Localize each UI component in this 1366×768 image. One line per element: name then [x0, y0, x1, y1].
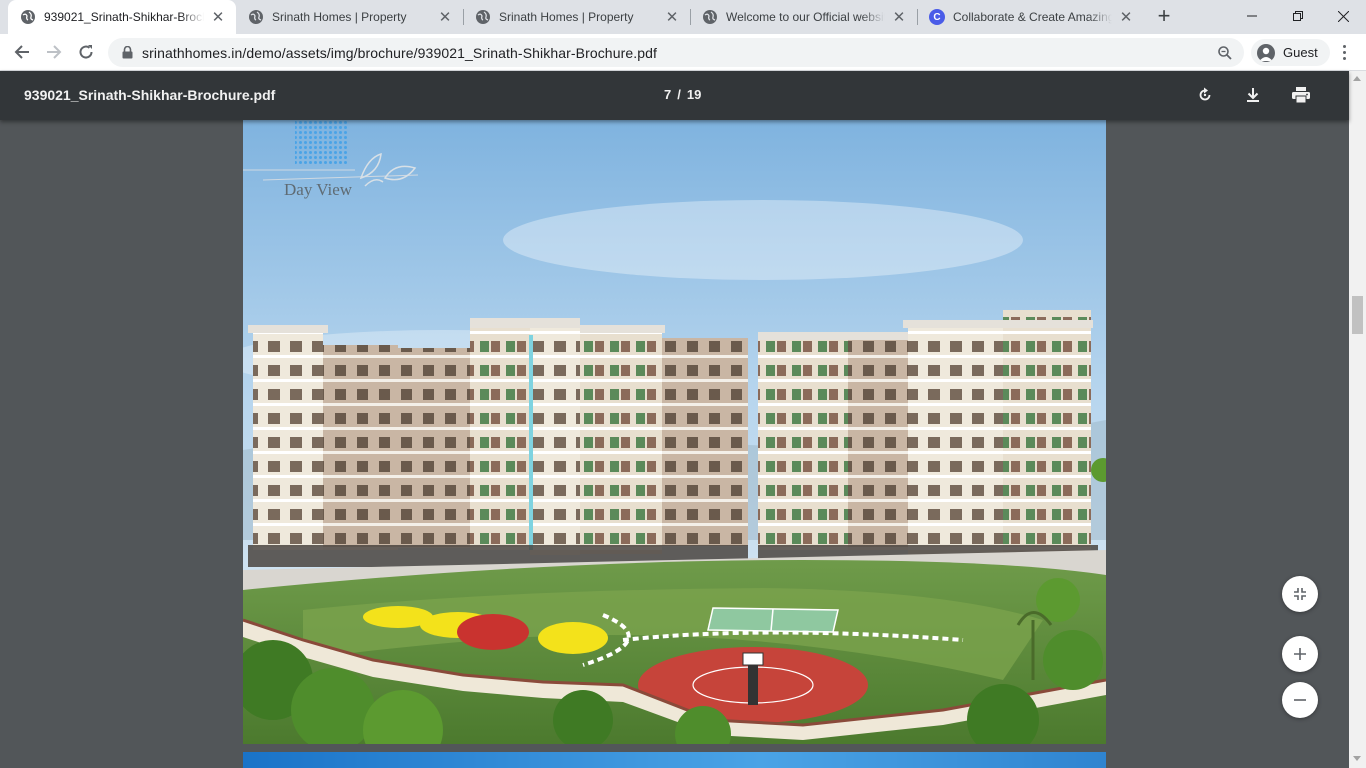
fit-to-page-button[interactable]: [1282, 576, 1318, 612]
globe-icon: [475, 9, 491, 25]
pdf-page: Day View: [243, 120, 1106, 744]
scroll-down-arrow-icon[interactable]: [1353, 756, 1361, 761]
close-tab-icon[interactable]: ✕: [891, 9, 907, 26]
arrow-left-icon: [14, 45, 29, 59]
tab-title: Welcome to our Official website: [726, 10, 885, 24]
reload-button[interactable]: [72, 38, 100, 66]
fit-page-icon: [1294, 588, 1306, 600]
total-pages: 19: [686, 87, 702, 102]
current-page[interactable]: 7: [664, 87, 671, 102]
tab-title: Srinath Homes | Property: [499, 10, 634, 24]
zoom-in-button[interactable]: [1282, 636, 1318, 672]
profile-button[interactable]: Guest: [1251, 39, 1330, 66]
print-button[interactable]: [1289, 83, 1313, 107]
pdf-toolbar: 939021_Srinath-Shikhar-Brochure.pdf 7 / 19: [0, 71, 1349, 120]
avatar: [1257, 43, 1275, 62]
restore-button[interactable]: [1275, 0, 1321, 32]
tab-canva[interactable]: C Collaborate & Create Amazing ✕: [917, 0, 1144, 34]
globe-icon: [702, 9, 718, 25]
minimize-icon: [1247, 15, 1257, 17]
canva-letter: C: [929, 9, 945, 25]
tab-official-website[interactable]: Welcome to our Official website ✕: [690, 0, 917, 34]
globe-icon: [20, 9, 36, 25]
download-button[interactable]: [1241, 83, 1265, 107]
scroll-up-arrow-icon[interactable]: [1353, 76, 1361, 81]
reload-icon: [79, 45, 93, 59]
globe-icon: [248, 9, 264, 25]
rotate-button[interactable]: [1193, 83, 1217, 107]
tab-strip: 939021_Srinath-Shikhar-Brochure.pdf ✕ Sr…: [0, 0, 1366, 34]
minimize-button[interactable]: [1229, 0, 1275, 32]
tab-title: 939021_Srinath-Shikhar-Brochure.pdf: [44, 10, 204, 24]
restore-icon: [1293, 11, 1303, 21]
url-text[interactable]: srinathhomes.in/demo/assets/img/brochure…: [142, 45, 1210, 61]
close-tab-icon[interactable]: ✕: [664, 9, 680, 26]
download-icon: [1247, 88, 1259, 102]
arrow-right-icon: [47, 45, 62, 59]
day-view-rendering: Day View: [243, 120, 1106, 744]
forward-button[interactable]: [40, 38, 68, 66]
lock-icon[interactable]: [112, 46, 142, 59]
scrollbar-thumb[interactable]: [1352, 296, 1363, 334]
tab-srinath-homes-2[interactable]: Srinath Homes | Property ✕: [463, 0, 690, 34]
plus-icon: [1294, 648, 1306, 660]
more-menu-icon[interactable]: [1334, 42, 1354, 62]
tab-title: Collaborate & Create Amazing: [953, 10, 1112, 24]
zoom-icon[interactable]: [1210, 45, 1240, 60]
close-icon: [1337, 10, 1349, 22]
pdf-filename: 939021_Srinath-Shikhar-Brochure.pdf: [24, 87, 276, 103]
close-tab-icon[interactable]: ✕: [437, 9, 453, 26]
pdf-viewport[interactable]: Day View: [0, 120, 1349, 768]
zoom-out-button[interactable]: [1282, 682, 1318, 718]
print-icon: [1292, 87, 1310, 103]
canva-icon: C: [929, 9, 945, 25]
close-tab-icon[interactable]: ✕: [1118, 9, 1134, 26]
close-tab-icon[interactable]: ✕: [210, 9, 226, 26]
browser-toolbar: srinathhomes.in/demo/assets/img/brochure…: [0, 34, 1366, 71]
new-tab-button[interactable]: +: [1152, 5, 1176, 29]
address-bar[interactable]: srinathhomes.in/demo/assets/img/brochure…: [108, 38, 1244, 67]
tab-title: Srinath Homes | Property: [272, 10, 407, 24]
rotate-icon: [1199, 87, 1211, 101]
profile-label: Guest: [1283, 45, 1318, 60]
page-indicator: 7 / 19: [661, 87, 704, 102]
tab-brochure-pdf[interactable]: 939021_Srinath-Shikhar-Brochure.pdf ✕: [8, 0, 236, 34]
page-caption: Day View: [284, 180, 353, 199]
tab-srinath-homes-1[interactable]: Srinath Homes | Property ✕: [236, 0, 463, 34]
next-pdf-page: [243, 752, 1106, 768]
back-button[interactable]: [8, 38, 36, 66]
page-separator: /: [677, 87, 681, 102]
close-window-button[interactable]: [1320, 0, 1366, 32]
minus-icon: [1294, 699, 1306, 701]
vertical-scrollbar[interactable]: [1349, 71, 1366, 768]
